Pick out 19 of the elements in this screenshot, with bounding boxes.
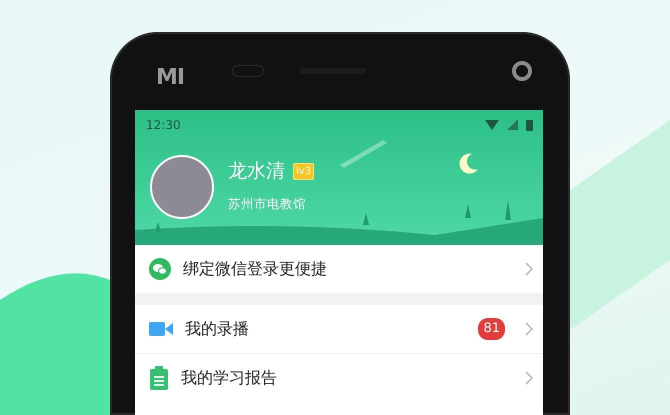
signal-icon	[507, 119, 518, 130]
user-name: 龙水清	[228, 160, 285, 184]
menu-item[interactable]: 我的录播 81	[135, 305, 543, 353]
clipboard-icon	[149, 366, 169, 390]
chevron-right-icon	[525, 322, 533, 336]
brand-logo: MI	[156, 67, 184, 89]
chevron-right-icon	[525, 262, 533, 276]
chevron-right-icon	[525, 370, 533, 384]
battery-icon	[526, 118, 533, 130]
status-time: 12:30	[146, 116, 181, 134]
level-tag: lv3	[293, 163, 314, 180]
sensor-icon	[232, 65, 264, 77]
camera-icon	[512, 61, 532, 81]
menu-item[interactable]: 绑定微信登录更便捷	[135, 245, 543, 293]
count-badge: 81	[478, 318, 505, 340]
video-camera-icon	[149, 321, 173, 337]
wifi-icon	[485, 119, 499, 130]
wechat-icon	[149, 258, 171, 280]
organization-name: 苏州市电教馆	[228, 195, 307, 214]
